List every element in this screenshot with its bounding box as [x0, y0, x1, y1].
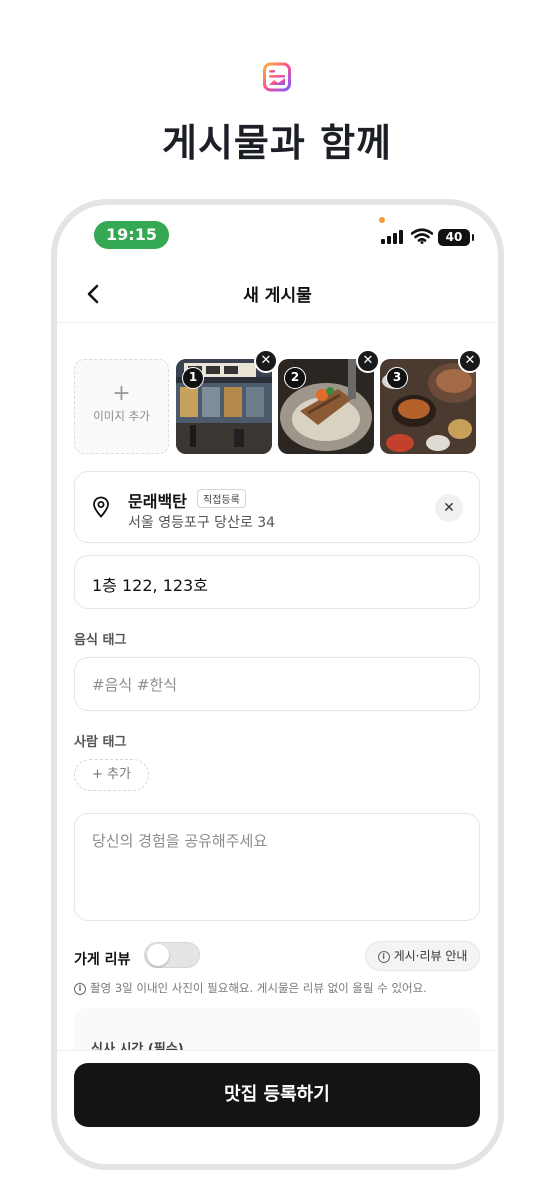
detail-address-field[interactable]: 1층 122, 123호: [74, 555, 480, 609]
place-name: 문래백탄: [128, 492, 187, 511]
remove-photo-1-button[interactable]: ✕: [254, 349, 278, 373]
nav-bar: 새 게시물: [57, 265, 498, 323]
phone-frame: 19:15 40 새 게시물 + 이미지 추가 1 ✕ 2 ✕ 3 ✕ 문래백탄…: [51, 199, 504, 1170]
register-restaurant-button[interactable]: 맛집 등록하기: [74, 1063, 480, 1127]
location-card[interactable]: 문래백탄 직접등록 서울 영등포구 당산로 34 ✕: [74, 471, 480, 543]
camera-indicator-dot: [379, 217, 385, 223]
add-image-button[interactable]: + 이미지 추가: [74, 359, 169, 454]
people-tag-label: 사람 태그: [74, 735, 127, 750]
photo-strip: + 이미지 추가 1 ✕ 2 ✕ 3 ✕: [74, 349, 494, 454]
detail-address-value: 1층 122, 123호: [92, 576, 208, 595]
food-tag-input[interactable]: #음식 #한식: [74, 657, 480, 711]
experience-placeholder: 당신의 경험을 공유해주세요: [92, 832, 268, 850]
store-review-toggle[interactable]: [144, 942, 200, 968]
gallery-icon: [263, 62, 291, 92]
food-tag-placeholder: #음식 #한식: [92, 676, 178, 694]
cellular-signal-icon: [381, 230, 403, 244]
add-people-tag-button[interactable]: + 추가: [74, 759, 149, 791]
bottom-action-bar: 맛집 등록하기: [57, 1050, 498, 1164]
photo-order-badge: 1: [182, 367, 204, 389]
page-title: 새 게시물: [243, 286, 312, 306]
photo-order-badge: 3: [386, 367, 408, 389]
info-icon: i: [377, 950, 390, 963]
remove-photo-2-button[interactable]: ✕: [356, 349, 380, 373]
photo-thumbnail-3[interactable]: 3: [380, 359, 476, 454]
photo-order-badge: 2: [284, 367, 306, 389]
status-time: 19:15: [94, 221, 169, 249]
status-bar: 19:15 40: [57, 205, 498, 265]
store-review-label: 가게 리뷰: [74, 952, 131, 968]
manual-registration-badge: 직접등록: [197, 489, 246, 508]
info-icon: i: [74, 982, 86, 995]
remove-photo-3-button[interactable]: ✕: [458, 349, 482, 373]
hero-title: 게시물과 함께: [162, 121, 392, 165]
food-tag-label: 음식 태그: [74, 633, 127, 648]
battery-icon: 40: [438, 229, 474, 246]
experience-textarea[interactable]: 당신의 경험을 공유해주세요: [74, 813, 480, 921]
clear-location-button[interactable]: ✕: [435, 494, 463, 522]
photo-thumbnail-2[interactable]: 2: [278, 359, 374, 454]
toggle-knob: [147, 944, 169, 966]
map-pin-icon: [93, 496, 109, 518]
wifi-icon: [411, 228, 433, 244]
guide-label: 게시·리뷰 안내: [393, 949, 468, 963]
plus-icon: +: [112, 381, 131, 406]
notice-text: 촬영 3일 이내인 사진이 필요해요. 게시물은 리뷰 없이 올릴 수 있어요.: [90, 981, 427, 995]
add-image-label: 이미지 추가: [93, 409, 150, 423]
post-review-guide-button[interactable]: i 게시·리뷰 안내: [365, 941, 480, 971]
review-notice: i 촬영 3일 이내인 사진이 필요해요. 게시물은 리뷰 없이 올릴 수 있어요…: [74, 980, 427, 996]
photo-thumbnail-1[interactable]: 1: [176, 359, 272, 454]
place-address: 서울 영등포구 당산로 34: [128, 515, 276, 531]
